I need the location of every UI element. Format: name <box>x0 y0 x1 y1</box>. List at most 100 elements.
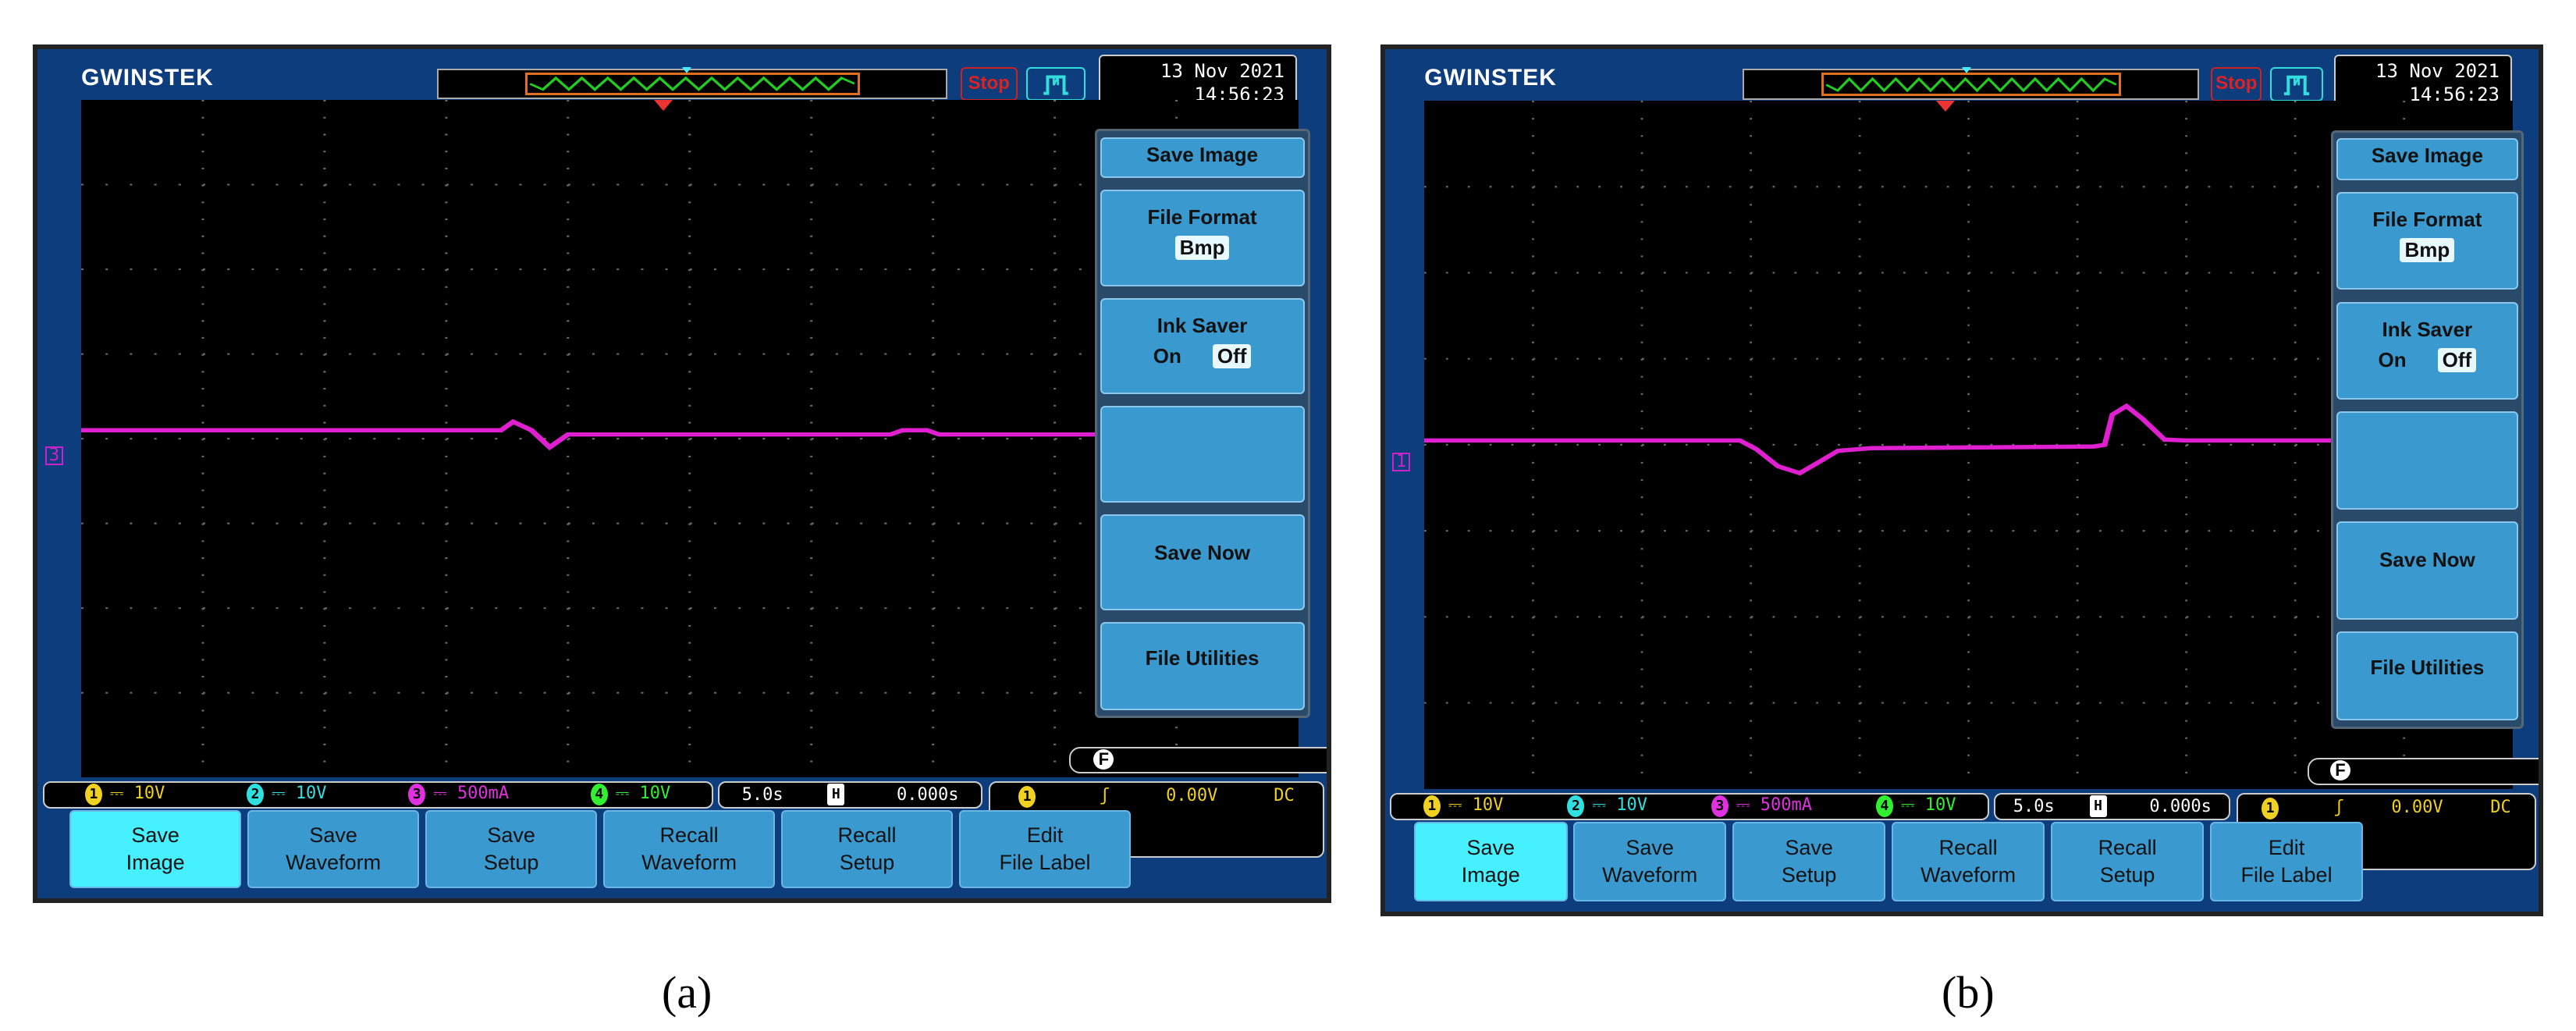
channel-2-badge: 2 <box>247 784 264 806</box>
date-time-display: 13 Nov 2021 14:56:23 <box>1098 54 1297 107</box>
gwinstek-logo: GWINSTEK <box>81 64 214 91</box>
horizontal-position: 0.000s <box>897 784 959 805</box>
trigger-coupling: DC <box>2490 797 2511 817</box>
rising-edge-icon: ʃ <box>2333 797 2344 817</box>
channel-4-badge: 4 <box>1875 795 1893 818</box>
file-utilities-button[interactable]: File Utilities <box>2336 631 2518 721</box>
file-format-value: Bmp <box>2400 237 2455 262</box>
memory-overview-bar <box>1743 67 2200 101</box>
channel-1-badge: 1 <box>1423 795 1441 818</box>
timebase-status: 5.0s H 0.000s <box>718 780 982 809</box>
horizontal-position: 0.000s <box>2149 796 2212 816</box>
ink-saver-off: Off <box>2437 347 2477 372</box>
file-format-value: Bmp <box>1174 236 1230 261</box>
softkey-save-image[interactable]: Save Image <box>1413 822 1568 901</box>
channel-2-badge: 2 <box>1567 795 1585 818</box>
softkey-recall-waveform[interactable]: Recall Waveform <box>1891 822 2045 901</box>
dc-coupling-icon: ⎓ <box>1736 795 1761 816</box>
oscilloscope-screen-b: GWINSTEK Stop 13 Nov 2021 14:56:23 1 Save… <box>1380 44 2543 916</box>
memory-overview-bar <box>437 67 948 100</box>
trigger-coupling: DC <box>1274 785 1295 805</box>
date: 13 Nov 2021 <box>2375 59 2500 82</box>
trigger-source: 1 <box>1018 785 1036 808</box>
channel-3-badge: 3 <box>1711 795 1729 818</box>
softkey-save-waveform[interactable]: Save Waveform <box>247 809 419 888</box>
empty-menu-button[interactable] <box>2336 411 2518 510</box>
softkey-recall-waveform[interactable]: Recall Waveform <box>603 809 775 888</box>
trigger-mode-icon <box>2269 67 2323 102</box>
trigger-position-marker-icon <box>1936 101 1956 112</box>
file-format-button[interactable]: File Format Bmp <box>2336 191 2518 290</box>
date: 13 Nov 2021 <box>1160 59 1284 82</box>
gwinstek-logo: GWINSTEK <box>1424 64 1557 91</box>
trigger-frequency-readout: F<2Hz <box>2308 758 2539 785</box>
channel-2-scale[interactable]: 2 ⎓ 10V <box>247 784 327 806</box>
channel-1-badge: 1 <box>84 784 102 806</box>
dc-coupling-icon: ⎓ <box>1592 795 1617 816</box>
timebase-status: 5.0s H 0.000s <box>1994 792 2231 820</box>
softkey-save-waveform[interactable]: Save Waveform <box>1572 822 1727 901</box>
ink-saver-button[interactable]: Ink Saver On Off <box>2336 301 2518 400</box>
horizontal-icon: H <box>2089 795 2107 818</box>
trigger-frequency-readout: F<2Hz <box>1068 747 1327 774</box>
channel-trace <box>1424 403 2361 476</box>
save-image-side-menu: Save Image File Format Bmp Ink Saver On Off… <box>1094 129 1310 719</box>
channel-2-scale[interactable]: 2 ⎓ 10V <box>1567 795 1647 818</box>
channel-3-badge: 3 <box>408 784 426 806</box>
oscilloscope-screen-a: GWINSTEK Stop 13 Nov 2021 14:56:23 3 Save… <box>33 44 1331 903</box>
channel-4-scale[interactable]: 4 ⎓ 10V <box>590 784 670 806</box>
timebase: 5.0s <box>741 784 783 805</box>
dc-coupling-icon: ⎓ <box>272 784 296 804</box>
dc-coupling-icon: ⎓ <box>615 784 640 804</box>
trigger-mode-icon <box>1026 66 1086 101</box>
dc-coupling-icon: ⎓ <box>1900 795 1925 816</box>
frequency-icon: F <box>2329 760 2350 781</box>
softkey-save-setup[interactable]: Save Setup <box>1732 822 1886 901</box>
channel-status-bar: 1 ⎓ 10V 2 ⎓ 10V 3 ⎓ 500mA 4 ⎓ 10V <box>42 780 713 809</box>
empty-menu-button[interactable] <box>1100 406 1305 503</box>
file-utilities-button[interactable]: File Utilities <box>1100 622 1305 710</box>
channel-4-badge: 4 <box>590 784 608 806</box>
trigger-level: 0.00V <box>2391 797 2443 817</box>
ink-saver-on: On <box>2378 347 2407 372</box>
dc-coupling-icon: ⎓ <box>1448 795 1473 816</box>
channel-ground-marker: 1 <box>1391 453 1411 472</box>
menu-title-save-image: Save Image <box>2336 138 2518 180</box>
channel-1-scale[interactable]: 1 ⎓ 10V <box>1423 795 1503 818</box>
ink-saver-on: On <box>1153 343 1181 368</box>
channel-3-scale[interactable]: 3 ⎓ 500mA <box>408 784 509 806</box>
frequency-icon: F <box>1093 749 1114 770</box>
save-image-side-menu: Save Image File Format Bmp Ink Saver On Off… <box>2330 130 2524 729</box>
dc-coupling-icon: ⎓ <box>433 784 457 804</box>
channel-ground-marker: 3 <box>44 446 64 466</box>
dc-coupling-icon: ⎓ <box>109 784 134 804</box>
trigger-level: 0.00V <box>1166 785 1218 805</box>
ink-saver-button[interactable]: Ink Saver On Off <box>1100 297 1305 395</box>
horizontal-icon: H <box>827 784 845 806</box>
menu-title-save-image: Save Image <box>1100 137 1305 179</box>
softkey-edit-file-label[interactable]: Edit File Label <box>2209 822 2364 901</box>
trigger-position-marker-icon <box>653 100 673 112</box>
softkey-recall-setup[interactable]: Recall Setup <box>2050 822 2205 901</box>
caption-b: (b) <box>1942 967 1995 1018</box>
date-time-display: 13 Nov 2021 14:56:23 <box>2334 54 2512 108</box>
softkey-save-setup[interactable]: Save Setup <box>425 809 597 888</box>
timebase: 5.0s <box>2013 796 2055 816</box>
save-now-button[interactable]: Save Now <box>2336 521 2518 620</box>
softkey-save-image[interactable]: Save Image <box>69 809 241 888</box>
channel-trace <box>81 419 1128 451</box>
softkey-recall-setup[interactable]: Recall Setup <box>781 809 953 888</box>
run-stop-status[interactable]: Stop <box>2211 67 2262 102</box>
ink-saver-off: Off <box>1212 343 1252 368</box>
save-now-button[interactable]: Save Now <box>1100 514 1305 611</box>
trigger-source: 1 <box>2262 797 2279 819</box>
channel-status-bar: 1 ⎓ 10V 2 ⎓ 10V 3 ⎓ 500mA 4 ⎓ 10V <box>1389 792 1990 820</box>
softkey-edit-file-label[interactable]: Edit File Label <box>959 809 1131 888</box>
file-format-button[interactable]: File Format Bmp <box>1100 190 1305 286</box>
channel-4-scale[interactable]: 4 ⎓ 10V <box>1875 795 1956 818</box>
caption-a: (a) <box>662 967 712 1018</box>
channel-3-scale[interactable]: 3 ⎓ 500mA <box>1711 795 1812 818</box>
channel-1-scale[interactable]: 1 ⎓ 10V <box>84 784 165 806</box>
rising-edge-icon: ʃ <box>1099 785 1110 805</box>
run-stop-status[interactable]: Stop <box>960 66 1018 101</box>
